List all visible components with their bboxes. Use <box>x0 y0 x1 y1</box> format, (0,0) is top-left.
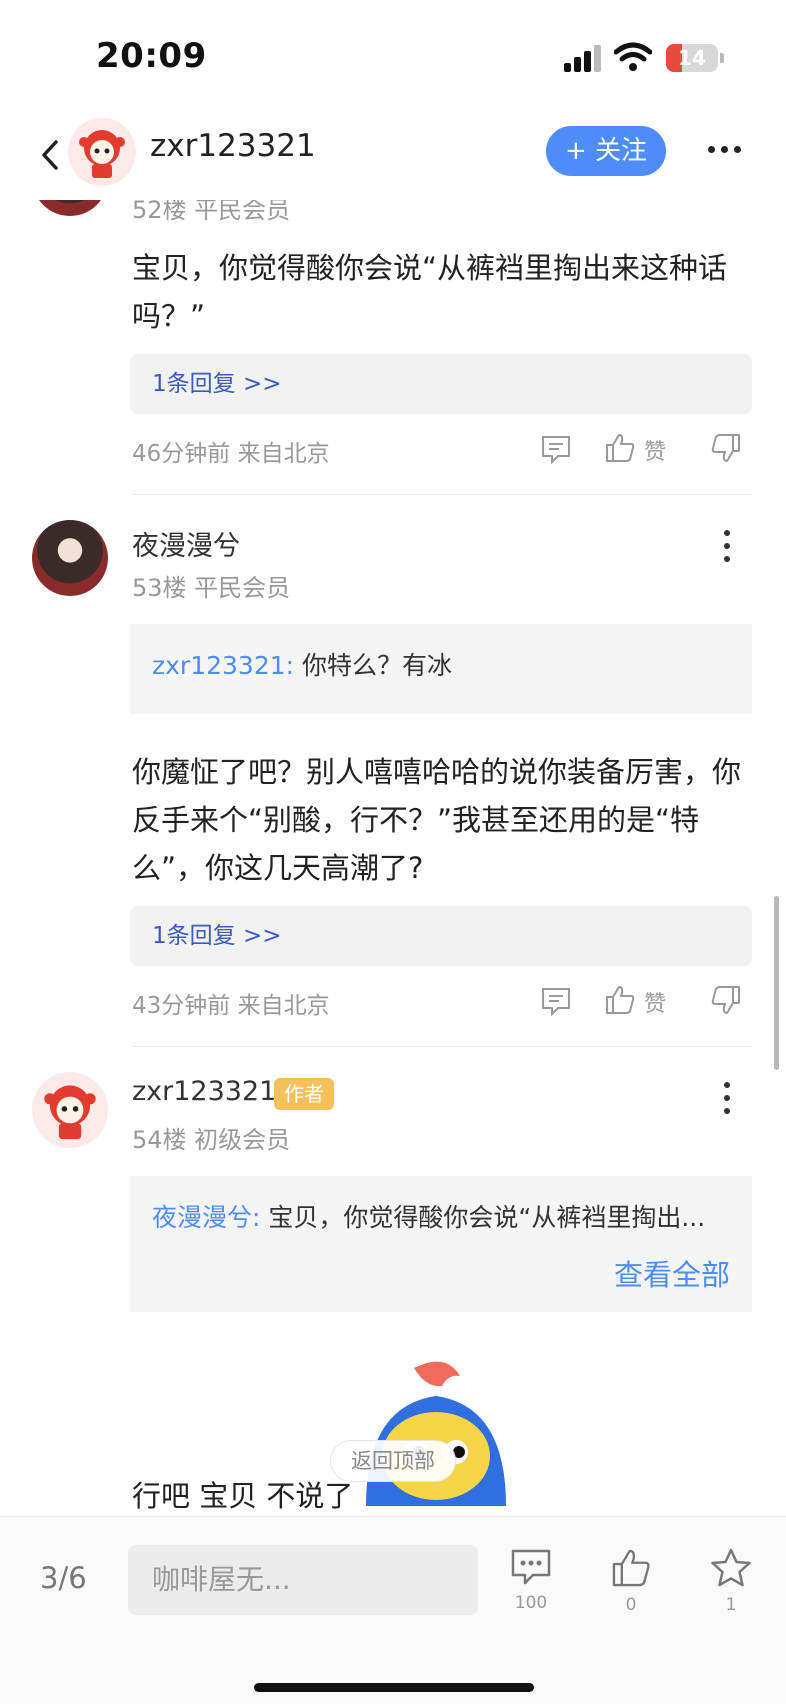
view-all-link[interactable]: 查看全部 <box>614 1252 730 1294</box>
author-badge: 作者 <box>274 1078 334 1110</box>
header-username[interactable]: zxr123321 <box>150 128 316 164</box>
post-actions: 赞 <box>536 984 756 1018</box>
replies-link[interactable]: 1条回复 >> <box>130 354 752 414</box>
post-more-icon[interactable] <box>722 530 732 562</box>
post-content: 宝贝，你觉得酸你会说“从裤裆里掏出来这种话吗？” <box>132 251 728 333</box>
more-icon[interactable] <box>708 146 744 156</box>
dislike-icon[interactable] <box>710 432 742 464</box>
wifi-icon <box>614 42 652 71</box>
star-count: 1 <box>725 1595 737 1615</box>
signal-icon <box>564 44 604 72</box>
battery-level: 14 <box>678 46 706 70</box>
follow-button[interactable]: + 关注 <box>546 126 666 176</box>
quoted-reply[interactable]: zxr123321: 你特么？有冰 <box>130 624 752 714</box>
quote-text: 宝贝，你觉得酸你会说“从裤裆里掏出... <box>260 1203 706 1232</box>
avatar[interactable] <box>32 520 108 596</box>
back-icon[interactable] <box>36 138 64 172</box>
scrollbar[interactable] <box>774 896 779 1070</box>
dislike-icon[interactable] <box>710 984 742 1016</box>
like-icon[interactable] <box>604 984 636 1016</box>
home-indicator <box>254 1683 534 1692</box>
post-meta: 43分钟前 来自北京 <box>132 993 330 1019</box>
post-more-icon[interactable] <box>722 1082 732 1114</box>
comment-icon <box>511 1549 551 1585</box>
battery-icon: 14 <box>666 44 718 72</box>
back-to-top-button[interactable]: 返回顶部 <box>330 1440 456 1482</box>
comment-count: 100 <box>514 1593 548 1613</box>
post-content: 你魔怔了吧？别人嘻嘻哈哈的说你装备厉害，你反手来个“别酸，行不？”我甚至还用的是… <box>132 755 742 885</box>
header-avatar[interactable] <box>68 118 136 186</box>
post-actions: 赞 <box>536 432 756 466</box>
post-floor: 54楼 初级会员 <box>132 1126 291 1154</box>
divider <box>132 1046 752 1047</box>
quote-username[interactable]: zxr123321: <box>152 651 294 680</box>
star-icon <box>711 1548 751 1587</box>
like-label[interactable]: 赞 <box>644 434 666 466</box>
quoted-reply[interactable]: 夜漫漫兮: 宝贝，你觉得酸你会说“从裤裆里掏出... 查看全部 <box>130 1176 752 1312</box>
comments-button[interactable]: 100 <box>496 1547 566 1613</box>
favorite-button[interactable]: 1 <box>696 1547 766 1615</box>
like-icon[interactable] <box>604 432 636 464</box>
replies-link[interactable]: 1条回复 >> <box>130 906 752 966</box>
avatar[interactable] <box>32 1072 108 1148</box>
comment-icon[interactable] <box>540 986 572 1016</box>
status-time: 20:09 <box>96 36 207 76</box>
post-username[interactable]: zxr123321 <box>132 1076 276 1107</box>
post-floor: 53楼 平民会员 <box>132 574 291 602</box>
post-username[interactable]: 夜漫漫兮 <box>132 524 240 563</box>
divider <box>132 494 752 495</box>
post-meta: 46分钟前 来自北京 <box>132 441 330 467</box>
thread-header: zxr123321 + 关注 <box>0 110 786 200</box>
bottom-bar: 3/6 咖啡屋无... 100 0 1 <box>0 1516 786 1704</box>
status-bar: 20:09 14 <box>0 0 786 110</box>
page-indicator[interactable]: 3/6 <box>40 1561 87 1595</box>
quote-text: 你特么？有冰 <box>294 651 453 680</box>
like-count: 0 <box>625 1595 637 1615</box>
quote-username[interactable]: 夜漫漫兮: <box>152 1203 260 1232</box>
comment-icon[interactable] <box>540 434 572 464</box>
like-icon <box>612 1549 650 1587</box>
like-button[interactable]: 0 <box>596 1547 666 1615</box>
like-label[interactable]: 赞 <box>644 986 666 1018</box>
comment-input[interactable]: 咖啡屋无... <box>128 1545 478 1615</box>
